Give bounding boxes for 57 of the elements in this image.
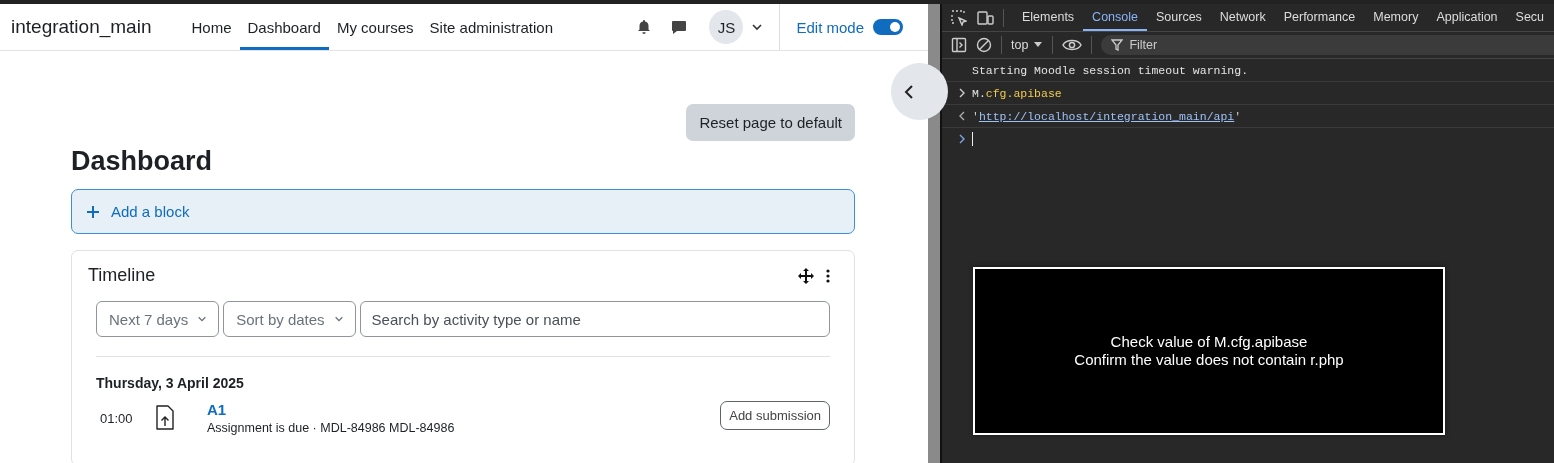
user-avatar[interactable]: JS: [709, 10, 744, 44]
add-submission-button[interactable]: Add submission: [720, 401, 830, 430]
caption-text: Check value of M.cfg.apibase: [1110, 333, 1308, 351]
date-heading: Thursday, 3 April 2025: [96, 375, 245, 391]
filter-dropdown[interactable]: Sort by dates: [223, 301, 356, 337]
device-toolbar-icon[interactable]: [976, 9, 994, 26]
bell-icon[interactable]: [637, 19, 652, 35]
devtools-tab[interactable]: Memory: [1364, 4, 1428, 31]
event-link[interactable]: A1: [207, 401, 721, 418]
scrollbar[interactable]: [928, 4, 940, 463]
devtools-tab[interactable]: Performance: [1274, 4, 1365, 31]
clear-console-icon[interactable]: [976, 37, 992, 53]
chat-icon[interactable]: [671, 19, 688, 35]
event-description: Assignment is due · MDL-84986 MDL-84986: [207, 421, 456, 435]
devtools-tab[interactable]: Application: [1427, 4, 1507, 31]
console-link[interactable]: http://localhost/integration_main/api: [978, 109, 1235, 123]
sidebar-icon[interactable]: [951, 37, 967, 53]
search-field[interactable]: Search by activity type or name: [359, 301, 830, 337]
text-cursor: [972, 132, 973, 146]
inspect-icon[interactable]: [951, 9, 967, 26]
nav-link[interactable]: Home: [183, 7, 240, 50]
caption-text: Confirm the value does not contain r.php: [1074, 351, 1344, 369]
nav-link[interactable]: Dashboard: [239, 7, 329, 50]
file-upload-icon: [155, 405, 175, 431]
prompt-chevron-icon: [958, 134, 966, 144]
devtools-tab[interactable]: Sources: [1147, 4, 1211, 31]
filter-dropdown[interactable]: Next 7 days: [96, 301, 220, 337]
devtools-tab[interactable]: Elements: [1013, 4, 1084, 31]
kebab-menu-icon[interactable]: [826, 268, 830, 283]
console-result: 'http://localhost/integration_main/api': [972, 109, 1242, 123]
devtools-tab[interactable]: Secu: [1506, 4, 1554, 31]
add-block-button[interactable]: Add a block: [71, 189, 855, 234]
move-icon[interactable]: [798, 267, 814, 284]
nav-link[interactable]: Site administration: [421, 7, 561, 50]
devtools-tab[interactable]: Network: [1210, 4, 1275, 31]
chevron-down-icon: [197, 314, 208, 324]
page-title: Dashboard: [71, 146, 214, 177]
console-input-text: M.cfg.apibase: [972, 86, 1062, 100]
filter-icon: [1111, 39, 1124, 51]
context-dropdown[interactable]: top: [1011, 38, 1043, 52]
console-message: Starting Moodle session timeout warning.: [972, 63, 1249, 77]
devtools-tab[interactable]: Console: [1083, 4, 1147, 31]
block-title: Timeline: [88, 265, 156, 286]
reset-button[interactable]: Reset page to default: [686, 104, 855, 141]
nav-link[interactable]: My courses: [328, 7, 422, 50]
filter-field[interactable]: Filter: [1101, 35, 1554, 55]
edit-mode-label: Edit mode: [796, 18, 864, 36]
eye-icon[interactable]: [1062, 38, 1083, 52]
chevron-down-icon[interactable]: [751, 21, 764, 33]
edit-mode-toggle[interactable]: [873, 19, 903, 35]
plus-icon: [87, 205, 99, 218]
chevron-right-icon[interactable]: [958, 88, 966, 98]
chevron-down-icon: [333, 314, 344, 324]
event-time: 01:00: [100, 410, 134, 426]
dropdown-triangle-icon: [1034, 42, 1043, 48]
site-name[interactable]: integration_main: [11, 16, 152, 38]
chevron-left-icon: [904, 84, 914, 99]
